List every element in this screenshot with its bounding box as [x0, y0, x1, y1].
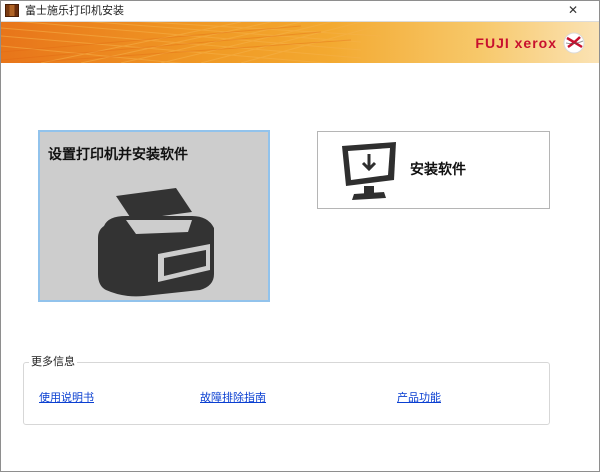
printer-icon: [98, 188, 214, 297]
monitor-download-icon: [342, 142, 396, 200]
install-software-label: 安装软件: [410, 162, 466, 178]
xerox-sphere-icon: [563, 32, 585, 54]
user-guide-link[interactable]: 使用说明书: [39, 389, 94, 405]
brand-name: FUJI xerox: [475, 35, 557, 51]
title-bar: 富士施乐打印机安装 ✕: [1, 1, 599, 22]
more-info-title: 更多信息: [29, 355, 77, 369]
fuji-xerox-logo: FUJI xerox: [475, 30, 585, 56]
header-banner: FUJI xerox: [1, 22, 599, 63]
install-software-button[interactable]: 安装软件: [317, 131, 550, 209]
product-features-link[interactable]: 产品功能: [397, 389, 441, 405]
setup-printer-button[interactable]: 设置打印机并安装软件: [38, 130, 270, 302]
installer-window: 富士施乐打印机安装 ✕ FUJI xerox 设置打印机并安装软件 安装软件 更…: [0, 0, 600, 472]
setup-printer-label: 设置打印机并安装软件: [48, 147, 188, 163]
close-icon: ✕: [567, 3, 579, 17]
more-info-group: 更多信息 使用说明书 故障排除指南 产品功能: [23, 355, 550, 425]
app-icon: [5, 4, 19, 17]
close-button[interactable]: ✕: [551, 2, 595, 18]
troubleshooting-guide-link[interactable]: 故障排除指南: [200, 389, 266, 405]
window-title: 富士施乐打印机安装: [25, 4, 124, 17]
